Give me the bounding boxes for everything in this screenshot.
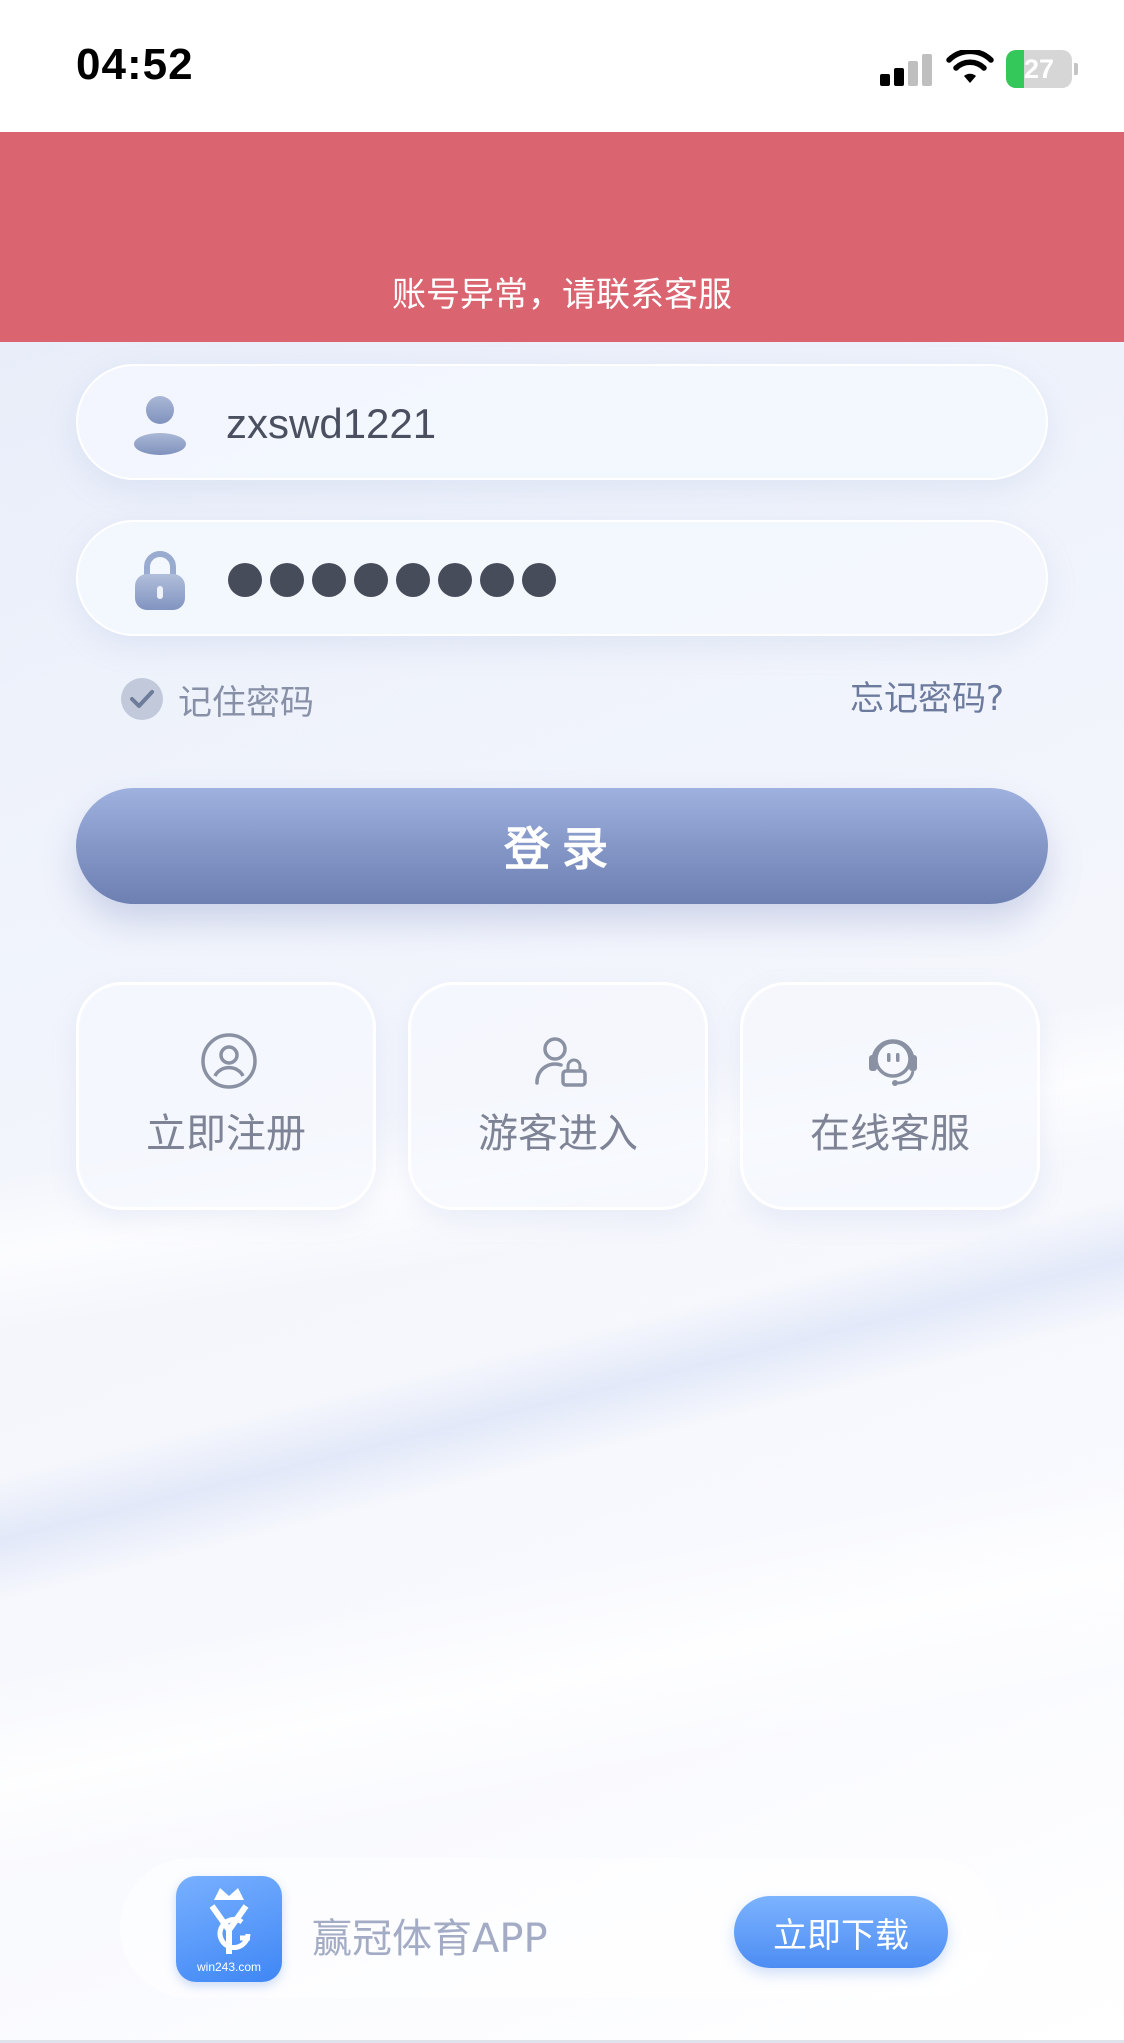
password-mask-dot [354,563,388,597]
alert-banner: 账号异常，请联系客服 [0,132,1124,342]
headset-icon [869,1039,917,1086]
logo-caption: win243.com [196,1960,262,1974]
user-icon [134,396,186,455]
password-field[interactable] [76,520,1048,636]
signal-icon [880,52,932,86]
check-circle-icon [121,678,163,720]
alert-message: 账号异常，请联系客服 [392,275,732,315]
password-mask-dot [438,563,472,597]
app-logo: win243.com [176,1876,282,1982]
password-mask-dot [270,563,304,597]
online-service-label: 在线客服 [810,1111,970,1157]
battery-percent: 27 [1023,54,1055,84]
background-streak [0,1409,1124,1931]
password-mask-dot [522,563,556,597]
register-button[interactable]: 立即注册 [76,982,376,1210]
signal-bar [880,74,890,86]
password-mask-dot [312,563,346,597]
status-time: 04:52 [76,40,194,89]
wifi-icon [946,50,994,83]
register-label: 立即注册 [146,1111,306,1157]
signal-bar [922,54,932,86]
username-input[interactable] [226,366,1006,482]
password-mask-dot [480,563,514,597]
password-mask-dot [396,563,430,597]
online-service-button[interactable]: 在线客服 [740,982,1040,1210]
forgot-password-link[interactable]: 忘记密码? [850,676,1004,722]
guest-entry-button[interactable]: 游客进入 [408,982,708,1210]
remember-password-label: 记住密码 [178,682,314,723]
lock-icon [135,551,185,610]
password-mask-dot [228,563,262,597]
remember-password-toggle[interactable]: 记住密码 [120,676,314,723]
download-button[interactable]: 立即下载 [734,1896,948,1968]
status-bar: 04:52 27 [0,0,1124,132]
password-input[interactable] [228,522,556,638]
username-field[interactable] [76,364,1048,482]
crown-logo-icon [209,1888,251,1954]
guest-icon [535,1037,587,1087]
battery-charging-icon: 27 [1006,50,1078,88]
signal-bar [894,68,904,86]
user-circle-icon [201,1033,257,1089]
login-button[interactable]: 登录 [76,788,1048,904]
app-name: 赢冠体育APP [312,1916,548,1962]
signal-bar [908,61,918,86]
background-streak [0,1138,1124,1642]
guest-entry-label: 游客进入 [478,1111,638,1157]
